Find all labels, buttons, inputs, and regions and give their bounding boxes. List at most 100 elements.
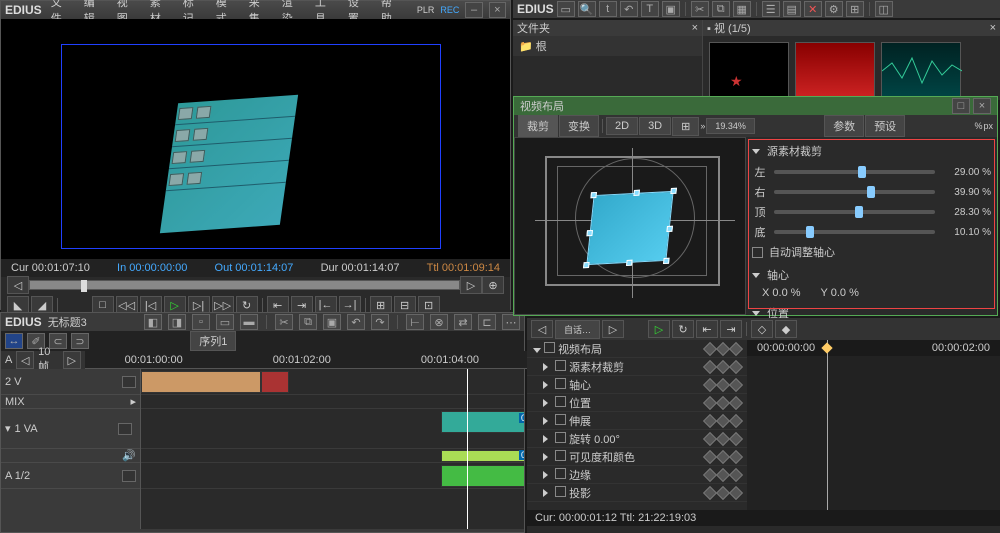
fx-timeline[interactable]: 00:00:00:00 00:00:02:00 (747, 340, 1000, 510)
rt-sort-icon[interactable]: ⚙ (825, 1, 843, 17)
fx-loop-icon[interactable]: ↻ (672, 320, 694, 338)
clip-orange[interactable] (141, 371, 261, 393)
fx-dropdown[interactable]: 自话… (555, 320, 600, 339)
fx-key-add-icon[interactable]: ◆ (775, 320, 797, 338)
track-v2-header[interactable]: 2 V (1, 369, 140, 395)
rt-search-icon[interactable]: 🔍 (578, 1, 596, 17)
bin-tab-label[interactable]: 视 (1/5) (714, 23, 751, 35)
tl-undo-icon[interactable]: ↶ (347, 314, 365, 330)
crop-right-slider[interactable] (774, 190, 935, 194)
tab-2d[interactable]: 2D (606, 117, 638, 135)
mode-rec[interactable]: REC (440, 5, 459, 15)
canvas-clip[interactable] (586, 191, 673, 265)
tl-extra-icon[interactable]: ⋯ (502, 314, 520, 330)
scrub-xy-icon[interactable]: ⊕ (482, 276, 504, 294)
rt-delete-icon[interactable]: ✕ (804, 1, 822, 17)
scrub-right-icon[interactable]: ▷ (460, 276, 482, 294)
rt-cut-icon[interactable]: ✂ (691, 1, 709, 17)
tl-cut-icon[interactable]: ✂ (275, 314, 293, 330)
bin-thumb-2[interactable] (795, 42, 875, 98)
fx-ruler[interactable]: 00:00:00:00 00:00:02:00 (747, 340, 1000, 356)
playhead[interactable] (467, 369, 468, 529)
kf-next-icon[interactable] (729, 341, 743, 355)
handle-t[interactable] (633, 190, 640, 196)
crop-right-knob[interactable] (867, 186, 875, 198)
track-mix-header[interactable]: MIX▸ (1, 395, 140, 409)
fx-row-3[interactable]: 位置 (527, 394, 747, 412)
fx-next-icon[interactable]: ▷ (602, 320, 624, 338)
window-min-icon[interactable]: – (465, 2, 482, 18)
tab-grid-icon[interactable]: ⊞ (672, 117, 699, 136)
tl-del-icon[interactable]: ⊗ (430, 314, 448, 330)
clip-teal[interactable]: 01715 (441, 411, 524, 433)
scrub-bar[interactable]: ◁ ▷ ⊕ (1, 277, 510, 293)
layout-close-icon[interactable]: × (973, 98, 991, 114)
track-a12-header[interactable]: A 1/2 (1, 463, 140, 489)
rt-view-icon[interactable]: ⊞ (846, 1, 864, 17)
kf-next-icon[interactable] (729, 359, 743, 373)
rt-misc-icon[interactable]: ◫ (875, 1, 893, 17)
track-prev-icon[interactable]: ◁ (16, 351, 34, 369)
tl-open-icon[interactable]: ▭ (216, 314, 234, 330)
fx-key-prev-icon[interactable]: ◇ (751, 320, 773, 338)
bin-close-icon[interactable]: × (990, 22, 996, 34)
unit-pct[interactable]: % (974, 121, 982, 131)
layout-max-icon[interactable]: □ (952, 98, 970, 114)
tl-redo-icon[interactable]: ↷ (371, 314, 389, 330)
tab-3d[interactable]: 3D (639, 117, 671, 135)
zoom-value[interactable]: 19.34% (706, 118, 755, 134)
tab-preset[interactable]: 预设 (865, 115, 905, 137)
fx-row-root[interactable]: 视频布局 (527, 340, 747, 358)
tab-transform[interactable]: 变换 (559, 115, 599, 137)
rt-paste-icon[interactable]: ▦ (733, 1, 751, 17)
fx-in-icon[interactable]: ⇤ (696, 320, 718, 338)
handle-b[interactable] (626, 260, 633, 266)
track-va1-audio[interactable]: 🔊 (1, 449, 140, 463)
tl-copy-icon[interactable]: ⧉ (299, 314, 317, 330)
scrub-handle[interactable] (81, 280, 87, 292)
scrub-track[interactable] (29, 280, 460, 290)
rt-new-icon[interactable]: ▭ (557, 1, 575, 17)
kf-next-icon[interactable] (729, 449, 743, 463)
fx-row-8[interactable]: 投影 (527, 484, 747, 502)
rt-tool-t[interactable]: t (599, 1, 617, 17)
fx-row-1[interactable]: 源素材裁剪 (527, 358, 747, 376)
tl-trim-icon[interactable]: ⊏ (478, 314, 496, 330)
mode-plr[interactable]: PLR (417, 5, 435, 15)
fx-check[interactable] (555, 468, 566, 479)
crop-bottom-slider[interactable] (774, 230, 935, 234)
sequence-tab[interactable]: 序列1 (190, 331, 236, 351)
mode-arrow-icon[interactable]: ↔ (5, 333, 23, 349)
rt-copy-icon[interactable]: ⧉ (712, 1, 730, 17)
track-next-icon[interactable]: ▷ (63, 351, 81, 369)
fx-check[interactable] (555, 432, 566, 443)
fx-check[interactable] (555, 450, 566, 461)
preview-viewport[interactable] (1, 19, 510, 259)
timeline-tracks[interactable]: 01715 01715 (141, 369, 524, 529)
fx-check[interactable] (555, 378, 566, 389)
mode-link-icon[interactable]: ⊃ (71, 333, 89, 349)
tab-crop[interactable]: 裁剪 (518, 115, 558, 137)
tl-split-icon[interactable]: ⊢ (406, 314, 424, 330)
scrub-left-icon[interactable]: ◁ (7, 276, 29, 294)
bin-thumb-3[interactable] (881, 42, 961, 98)
track-v2-toggle[interactable] (122, 376, 136, 388)
rt-text-icon[interactable]: T (641, 1, 659, 17)
handle-br[interactable] (663, 258, 670, 264)
kf-next-icon[interactable] (729, 467, 743, 481)
fx-out-icon[interactable]: ⇥ (720, 320, 742, 338)
fx-row-4[interactable]: 伸展 (527, 412, 747, 430)
kf-next-icon[interactable] (729, 413, 743, 427)
tl-tool-2-icon[interactable]: ◨ (168, 314, 186, 330)
tl-paste-icon[interactable]: ▣ (323, 314, 341, 330)
fx-row-2[interactable]: 轴心 (527, 376, 747, 394)
window-close-icon[interactable]: × (489, 2, 506, 18)
rt-clip-icon[interactable]: ▣ (662, 1, 680, 17)
tl-new-icon[interactable]: ▫ (192, 314, 210, 330)
fx-check[interactable] (544, 342, 555, 353)
handle-tr[interactable] (670, 188, 677, 194)
kf-next-icon[interactable] (729, 431, 743, 445)
crop-left-knob[interactable] (858, 166, 866, 178)
crop-top-knob[interactable] (855, 206, 863, 218)
unit-px[interactable]: px (984, 121, 994, 131)
